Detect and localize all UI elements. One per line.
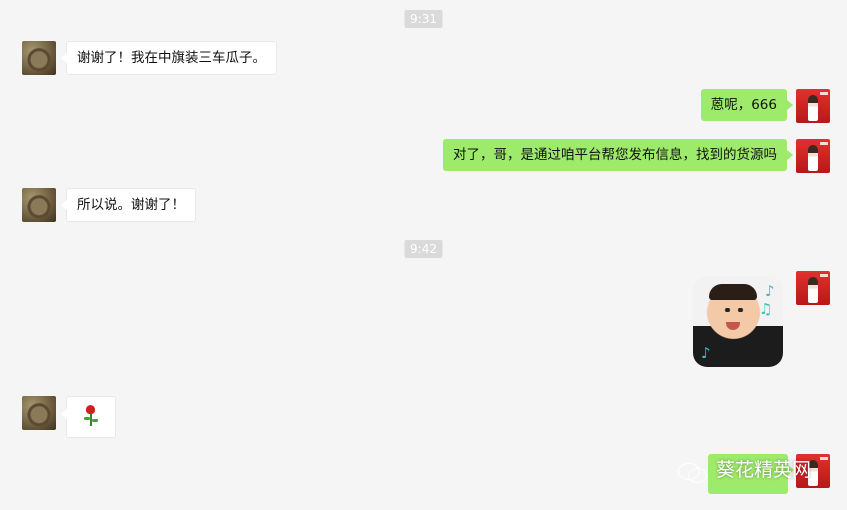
avatar-contact[interactable] (22, 188, 56, 222)
music-note-icon: ♪ (701, 344, 711, 362)
avatar-contact[interactable] (22, 41, 56, 75)
sticker-mouth (726, 322, 740, 330)
message-bubble-received[interactable]: 所以说。谢谢了！ (61, 188, 196, 222)
message-bubble-received[interactable]: 谢谢了！我在中旗装三车瓜子。 (61, 41, 277, 75)
smiling-baby-sticker[interactable]: ♪ ♫ ♪ (693, 276, 783, 367)
avatar-self[interactable] (796, 89, 830, 123)
music-note-icon: ♫ (759, 300, 773, 318)
message-bubble-sent[interactable]: 对了，哥，是通过咱平台帮您发布信息，找到的货源吗 (443, 139, 793, 171)
avatar-self[interactable] (796, 139, 830, 173)
rose-emoji-icon (86, 405, 95, 414)
music-note-icon: ♪ (765, 282, 775, 300)
message-bubble-received[interactable] (61, 396, 116, 438)
rose-leaf (92, 419, 98, 422)
wechat-icon (676, 461, 710, 483)
sticker-eyes (721, 308, 747, 312)
timestamp: 9:31 (404, 10, 443, 28)
message-bubble-sent[interactable]: 蒽呢，666 (700, 89, 794, 121)
avatar-self[interactable] (796, 271, 830, 305)
avatar-contact[interactable] (22, 396, 56, 430)
watermark-text: 葵花精英网 (716, 459, 812, 481)
timestamp: 9:42 (404, 240, 443, 258)
sticker-hair (709, 284, 757, 300)
rose-leaf (84, 417, 90, 420)
